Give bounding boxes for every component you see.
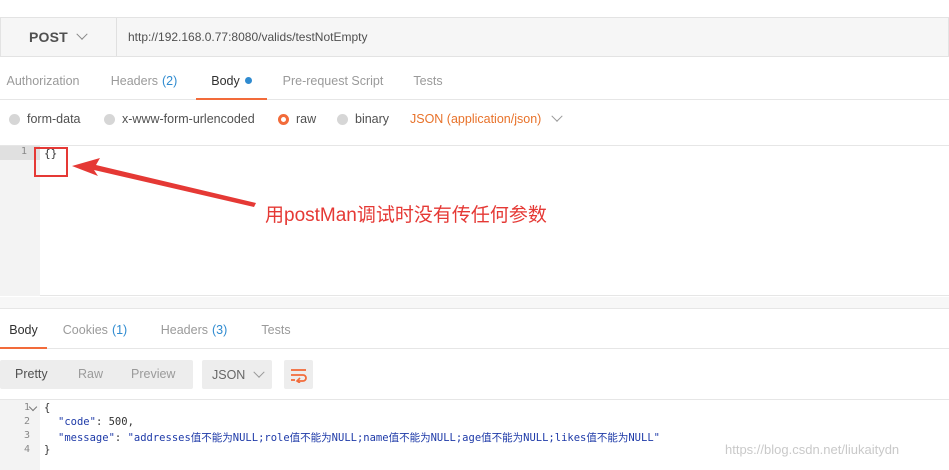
view-mode-group: Pretty Raw Preview — [0, 360, 193, 389]
tab-count: (1) — [111, 323, 128, 337]
json-key: "code" — [58, 416, 96, 428]
tab-label: Body — [9, 323, 38, 337]
wrap-lines-icon — [290, 368, 307, 383]
view-preview-button[interactable]: Preview — [131, 367, 175, 381]
brace: { — [44, 402, 51, 414]
line-number: 3 — [23, 430, 30, 441]
format-select[interactable]: JSON — [202, 360, 272, 389]
view-pretty-button[interactable]: Pretty — [15, 367, 48, 381]
json-key: "message" — [58, 432, 115, 444]
tab-count: (3) — [211, 323, 228, 337]
format-label: JSON — [212, 367, 246, 382]
brace: } — [44, 444, 51, 456]
response-tab-headers[interactable]: Headers (3) — [160, 315, 228, 349]
code-line: { — [44, 402, 50, 414]
watermark: https://blog.csdn.net/liukaitydn — [725, 442, 900, 457]
response-tab-cookies[interactable]: Cookies (1) — [62, 315, 128, 349]
chevron-down-icon — [253, 366, 266, 378]
line-number: 1 — [23, 402, 30, 413]
tab-label: Headers — [160, 323, 208, 337]
annotation-text: 用postMan调试时没有传任何参数 — [265, 205, 547, 226]
tab-label: Tests — [261, 323, 291, 337]
response-body-viewer[interactable]: 1 2 3 4 { "code": 500, "message": "addre… — [0, 399, 949, 470]
view-raw-button[interactable]: Raw — [78, 367, 103, 381]
wrap-lines-button[interactable] — [284, 360, 313, 389]
tab-label: Cookies — [62, 323, 108, 337]
line-number: 2 — [23, 416, 30, 427]
code-line: "code": 500, — [58, 416, 134, 428]
section-divider — [0, 297, 949, 309]
response-tabs: Body Cookies (1) Headers (3) Tests — [0, 315, 949, 349]
fold-chevron-icon[interactable] — [28, 402, 38, 412]
response-tab-tests[interactable]: Tests — [260, 315, 292, 349]
code-line: "message": "addresses值不能为NULL;role值不能为NU… — [58, 432, 660, 444]
line-number: 4 — [23, 444, 30, 455]
response-line-gutter: 1 2 3 4 — [0, 400, 40, 470]
code-line: } — [44, 444, 50, 456]
json-number: 500 — [108, 416, 128, 428]
response-tab-body[interactable]: Body — [0, 315, 47, 349]
json-string: "addresses值不能为NULL;role值不能为NULL;name值不能为… — [127, 432, 660, 444]
